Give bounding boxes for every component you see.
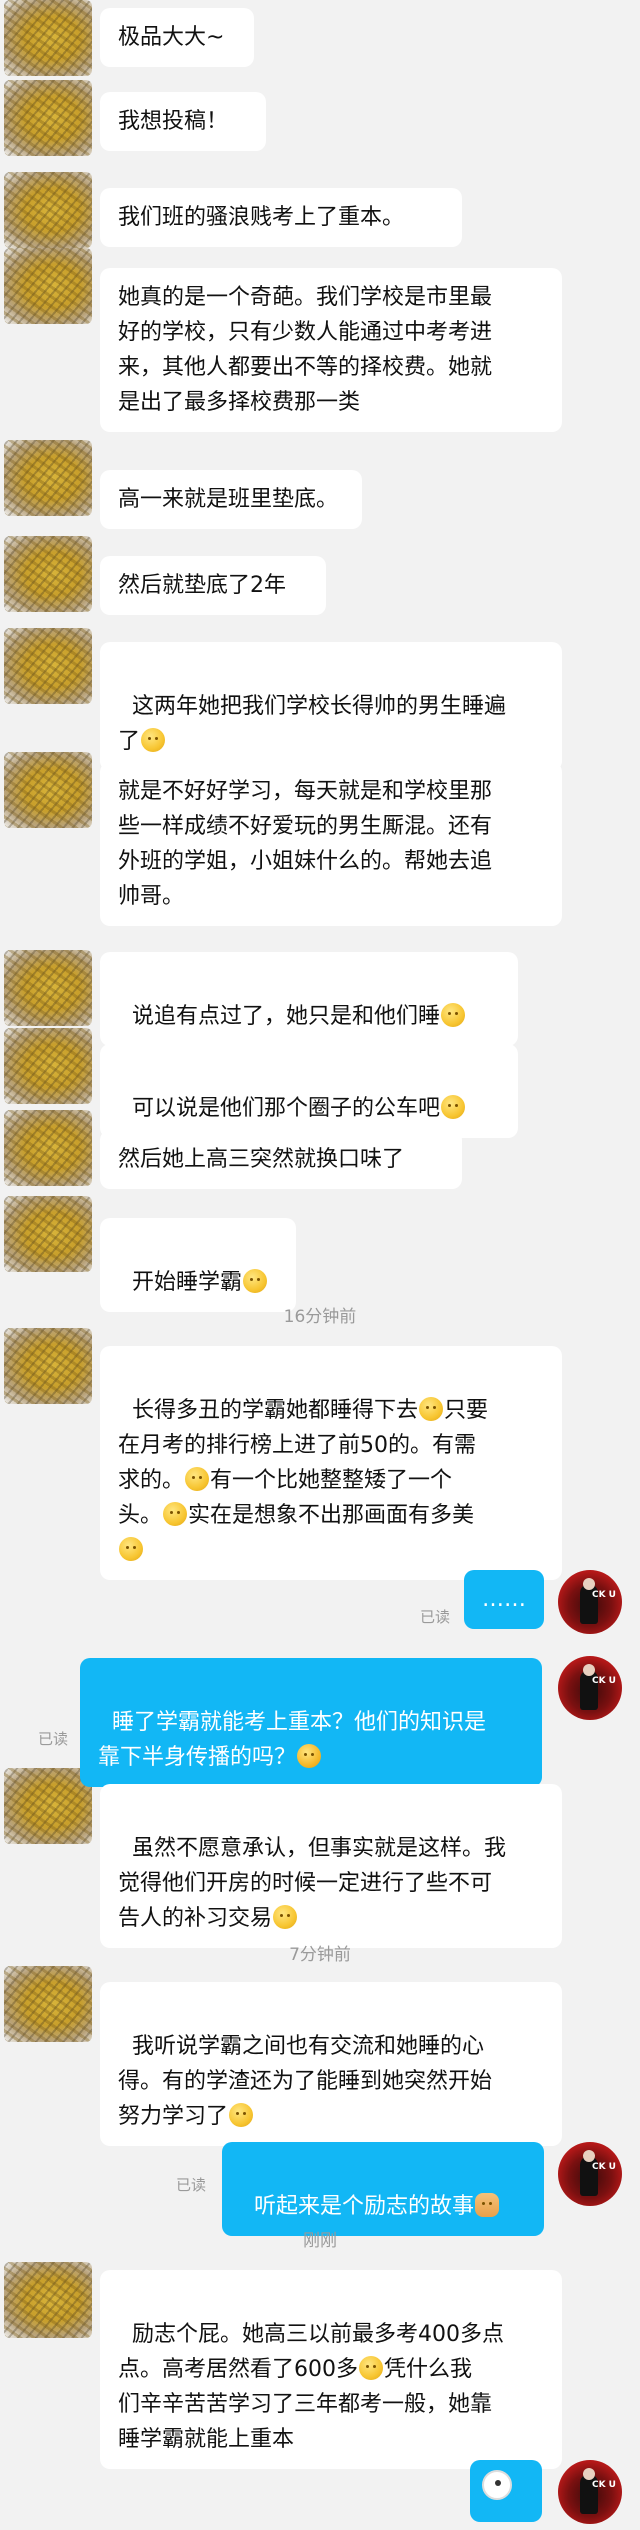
message-text: 开始睡学霸: [132, 1270, 243, 1295]
avatar[interactable]: [4, 1110, 92, 1186]
avatar[interactable]: [4, 248, 92, 324]
message-text: 说追有点过了，她只是和他们睡: [132, 1004, 441, 1029]
sticker-message[interactable]: [470, 2460, 542, 2522]
message-text: 长得多丑的学霸她都睡得下去: [132, 1398, 419, 1423]
read-receipt: 已读: [38, 1730, 69, 1748]
message-bubble[interactable]: 我们班的骚浪贱考上了重本。: [100, 188, 462, 247]
my-message-bubble[interactable]: 睡了学霸就能考上重本？他们的知识是 靠下半身传播的吗？: [80, 1658, 542, 1787]
avatar[interactable]: [4, 2262, 92, 2338]
smile-emoji-icon: [419, 1397, 444, 1421]
message-bubble[interactable]: 虽然不愿意承认，但事实就是这样。我 觉得他们开房的时候一定进行了些不可 告人的补…: [100, 1784, 562, 1948]
avatar[interactable]: [4, 536, 92, 612]
message-bubble[interactable]: 高一来就是班里垫底。: [100, 470, 362, 529]
message-bubble[interactable]: 极品大大~: [100, 8, 254, 67]
smile-emoji-icon: [185, 1467, 210, 1491]
smile-emoji-icon: [243, 1269, 268, 1293]
avatar[interactable]: [4, 80, 92, 156]
read-receipt: 已读: [176, 2176, 207, 2194]
smile-emoji-icon: [119, 1537, 143, 1561]
message-bubble[interactable]: 我想投稿！: [100, 92, 266, 151]
timestamp: 16分钟前: [283, 1307, 357, 1327]
message-bubble[interactable]: 励志个屁。她高三以前最多考400多点 点。高考居然看了600多 凭什么我 们辛辛苦…: [100, 2270, 562, 2469]
avatar[interactable]: [4, 1768, 92, 1844]
smile-emoji-icon: [273, 1905, 298, 1929]
message-bubble[interactable]: 可以说是他们那个圈子的公车吧: [100, 1044, 518, 1138]
avatar[interactable]: CK U: [558, 2142, 622, 2206]
timestamp: 7分钟前: [289, 1945, 351, 1965]
message-text: 睡了学霸就能考上重本？他们的知识是 靠下半身传播的吗？: [98, 1710, 487, 1770]
message-bubble[interactable]: 然后她上高三突然就换口味了: [100, 1130, 462, 1189]
laugh-cry-emoji-icon: [297, 1744, 322, 1768]
message-text: 可以说是他们那个圈子的公车吧: [132, 1096, 441, 1121]
cat-emoji-icon: [475, 2193, 500, 2217]
message-bubble[interactable]: 长得多丑的学霸她都睡得下去 只要 在月考的排行榜上进了前50的。有需 求的。 有一个…: [100, 1346, 562, 1580]
message-bubble[interactable]: 就是不好好学习，每天就是和学校里那 些一样成绩不好爱玩的男生厮混。还有 外班的学…: [100, 762, 562, 926]
read-receipt: 已读: [420, 1608, 451, 1626]
message-bubble[interactable]: 说追有点过了，她只是和他们睡: [100, 952, 518, 1046]
timestamp: 刚刚: [303, 2231, 337, 2251]
message-text: 听起来是个励志的故事: [254, 2194, 475, 2219]
avatar[interactable]: CK U: [558, 1656, 622, 1720]
avatar[interactable]: [4, 950, 92, 1026]
avatar[interactable]: [4, 1196, 92, 1272]
smile-emoji-icon: [163, 1502, 188, 1526]
smile-emoji-icon: [441, 1095, 466, 1119]
avatar[interactable]: [4, 752, 92, 828]
avatar[interactable]: [4, 628, 92, 704]
my-message-bubble[interactable]: ……: [464, 1570, 544, 1629]
message-bubble[interactable]: 这两年她把我们学校长得帅的男生睡遍 了: [100, 642, 562, 771]
smile-emoji-icon: [359, 2356, 383, 2380]
sticker-face-icon: [482, 2470, 512, 2500]
message-text: 虽然不愿意承认，但事实就是这样。我 觉得他们开房的时候一定进行了些不可 告人的补…: [118, 1836, 507, 1931]
avatar[interactable]: [4, 1966, 92, 2042]
smile-emoji-icon: [229, 2103, 254, 2127]
smile-emoji-icon: [441, 1003, 466, 1027]
message-text: 实在是想象不出那画面有多美: [188, 1503, 475, 1528]
message-text: 这两年她把我们学校长得帅的男生睡遍 了: [118, 694, 507, 754]
avatar[interactable]: CK U: [558, 2460, 622, 2524]
message-bubble[interactable]: 我听说学霸之间也有交流和她睡的心 得。有的学渣还为了能睡到她突然开始 努力学习了: [100, 1982, 562, 2146]
smile-emoji-icon: [141, 728, 166, 752]
avatar[interactable]: [4, 1028, 92, 1104]
message-text: 我听说学霸之间也有交流和她睡的心 得。有的学渣还为了能睡到她突然开始 努力学习了: [118, 2034, 493, 2129]
message-bubble[interactable]: 她真的是一个奇葩。我们学校是市里最 好的学校，只有少数人能通过中考考进 来，其他…: [100, 268, 562, 432]
message-bubble[interactable]: 然后就垫底了2年: [100, 556, 326, 615]
avatar[interactable]: [4, 1328, 92, 1404]
my-message-bubble[interactable]: 听起来是个励志的故事: [222, 2142, 544, 2236]
avatar[interactable]: [4, 0, 92, 76]
avatar[interactable]: [4, 440, 92, 516]
avatar[interactable]: CK U: [558, 1570, 622, 1634]
avatar[interactable]: [4, 172, 92, 248]
message-bubble[interactable]: 开始睡学霸: [100, 1218, 296, 1312]
